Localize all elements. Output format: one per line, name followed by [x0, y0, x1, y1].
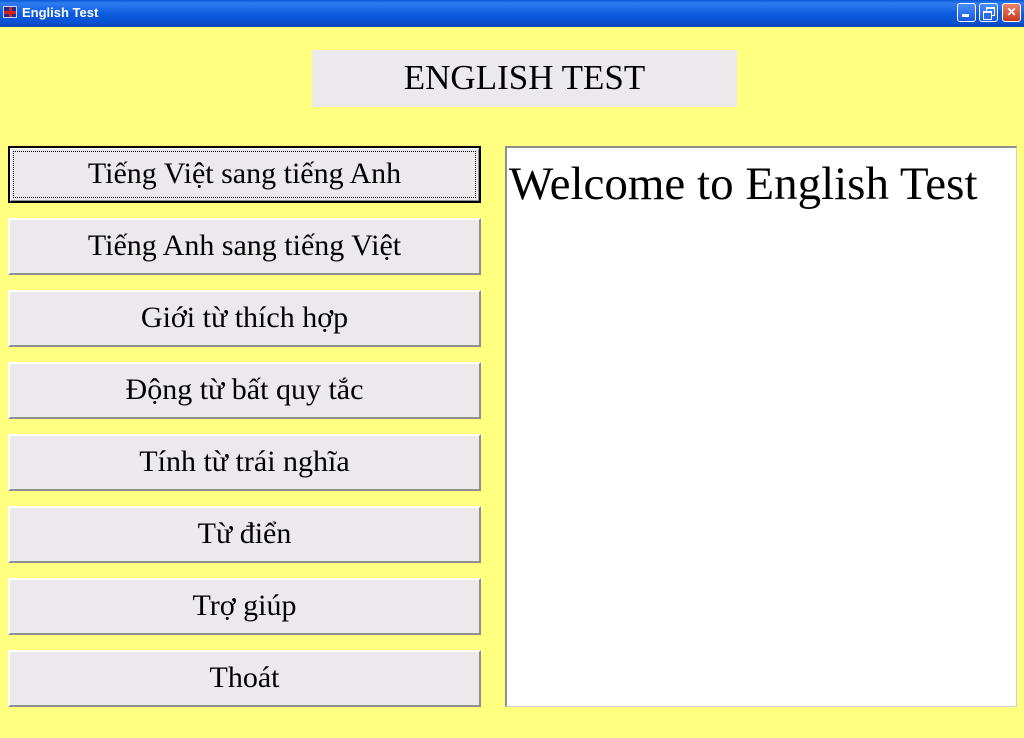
exit-button[interactable]: Thoát — [8, 650, 481, 707]
irregular-verbs-button[interactable]: Động từ bất quy tắc — [8, 362, 481, 419]
content-panel: Welcome to English Test — [505, 146, 1017, 707]
app-flag-icon[interactable] — [3, 6, 17, 18]
page-title: ENGLISH TEST — [403, 58, 646, 97]
antonym-adjectives-button[interactable]: Tính từ trái nghĩa — [8, 434, 481, 491]
welcome-message: Welcome to English Test — [509, 158, 978, 210]
vietnamese-to-english-button[interactable]: Tiếng Việt sang tiếng Anh — [8, 146, 481, 203]
english-to-vietnamese-button[interactable]: Tiếng Anh sang tiếng Việt — [8, 218, 481, 275]
restore-button[interactable] — [979, 3, 998, 22]
prepositions-button[interactable]: Giới từ thích hợp — [8, 290, 481, 347]
help-button[interactable]: Trợ giúp — [8, 578, 481, 635]
window-title: English Test — [22, 5, 99, 20]
close-button[interactable]: ✕ — [1002, 3, 1021, 22]
dictionary-button[interactable]: Từ điển — [8, 506, 481, 563]
header-banner: ENGLISH TEST — [312, 50, 737, 107]
title-bar[interactable]: English Test ✕ — [0, 0, 1024, 27]
minimize-button[interactable] — [957, 3, 976, 22]
